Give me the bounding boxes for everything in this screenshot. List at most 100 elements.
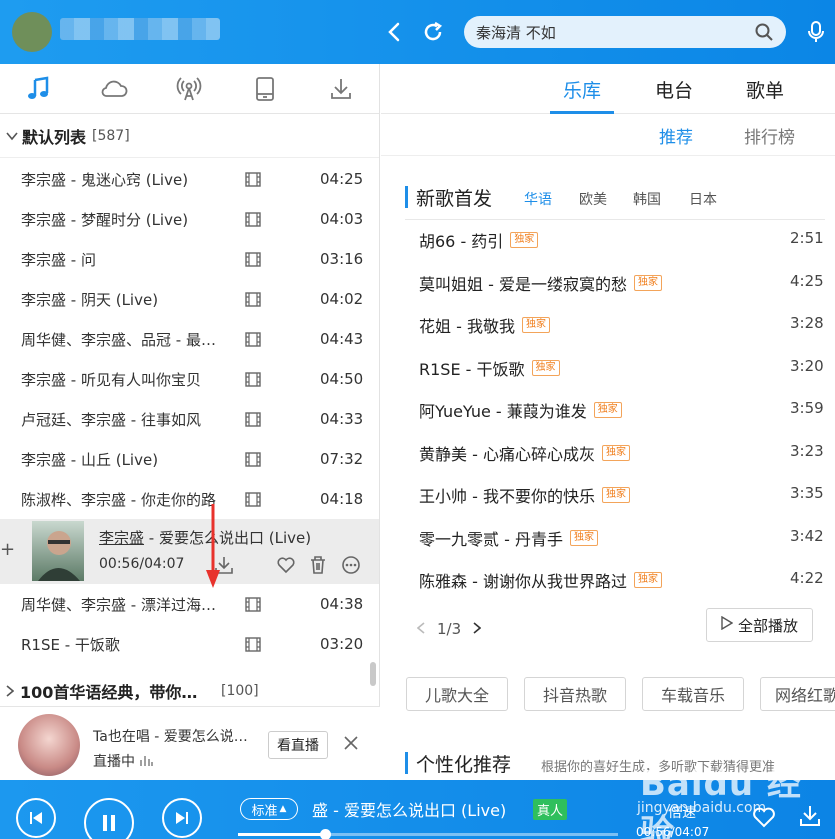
streamer-avatar[interactable]: [18, 714, 80, 776]
playlist-group-header[interactable]: 100首华语经典，带你… [100]: [0, 675, 380, 707]
new-song-item[interactable]: 花姐 - 我敬我 独家: [419, 313, 550, 337]
song-duration: 04:33: [320, 410, 364, 428]
tab-playlists[interactable]: 歌单: [746, 76, 784, 103]
section-title: 新歌首发: [416, 188, 493, 210]
song-row[interactable]: 陈淑桦、李宗盛 - 你走你的路 04:18: [0, 479, 379, 519]
progress-bar[interactable]: [238, 829, 618, 839]
chevron-down-icon[interactable]: [6, 126, 18, 145]
mv-icon[interactable]: [245, 412, 261, 431]
tab-cloud-icon[interactable]: [76, 64, 152, 114]
trash-icon[interactable]: [309, 555, 327, 579]
tab-radio[interactable]: 电台: [655, 76, 693, 103]
mv-icon[interactable]: [245, 452, 261, 471]
song-row[interactable]: 李宗盛 - 听见有人叫你宝贝 04:50: [0, 359, 379, 399]
song-row[interactable]: 周华健、李宗盛 - 漂洋过海… 04:38: [0, 584, 379, 624]
now-playing-row[interactable]: + 李宗盛 - 爱要怎么说出口 (Live) 00:56/04:07: [0, 519, 379, 584]
next-button[interactable]: [162, 798, 202, 838]
chevron-right-icon[interactable]: [6, 682, 15, 701]
top-bar: 秦海清 不如: [0, 0, 835, 64]
mv-icon[interactable]: [245, 292, 261, 311]
new-song-item[interactable]: 陈雅森 - 谢谢你从我世界路过 独家: [419, 568, 662, 592]
previous-button[interactable]: [16, 798, 56, 838]
live-stream-card[interactable]: Ta也在唱 - 爱要怎么说… 直播中 看直播: [0, 706, 380, 780]
play-all-button[interactable]: 全部播放: [706, 608, 813, 642]
song-duration: 04:50: [320, 370, 364, 388]
quality-selector[interactable]: 标准 ▲: [240, 798, 298, 820]
chip-internet-hits[interactable]: 网络红歌: [760, 677, 835, 711]
tab-library[interactable]: 乐库: [563, 76, 601, 103]
add-icon[interactable]: +: [0, 539, 15, 560]
filter-chinese[interactable]: 华语: [524, 189, 552, 209]
new-song-item[interactable]: 黄静美 - 心痛心碎心成灰 独家: [419, 441, 630, 465]
watch-live-button[interactable]: 看直播: [268, 731, 328, 759]
new-song-title: R1SE - 干饭歌: [419, 360, 525, 379]
song-row[interactable]: 李宗盛 - 鬼迷心窍 (Live) 04:25: [0, 159, 379, 199]
more-icon[interactable]: [341, 555, 361, 579]
voice-search-icon[interactable]: [806, 20, 826, 48]
playing-artist-link[interactable]: 李宗盛: [99, 529, 144, 547]
search-icon[interactable]: [754, 22, 774, 46]
tab-music-note-icon[interactable]: [0, 64, 76, 114]
mv-icon[interactable]: [245, 172, 261, 191]
play-all-label: 全部播放: [737, 616, 798, 635]
next-page-icon[interactable]: [473, 620, 482, 638]
default-list-header[interactable]: 默认列表 [587]: [0, 114, 379, 158]
tab-download-icon[interactable]: [303, 64, 379, 114]
chip-douyin-hits[interactable]: 抖音热歌: [524, 677, 626, 711]
song-row[interactable]: 李宗盛 - 山丘 (Live) 07:32: [0, 439, 379, 479]
song-row[interactable]: 李宗盛 - 梦醒时分 (Live) 04:03: [0, 199, 379, 239]
tab-radio-icon[interactable]: [152, 64, 228, 114]
pause-button[interactable]: [84, 798, 134, 839]
exclusive-badge: 独家: [510, 232, 539, 248]
exclusive-badge: 独家: [569, 530, 598, 546]
mv-icon[interactable]: [245, 492, 261, 511]
song-duration: 04:43: [320, 330, 364, 348]
right-panel: 乐库 电台 歌单 推荐 排行榜 新歌首发 华语 欧美 韩国 日本 胡66 - 药…: [381, 64, 835, 780]
mv-icon[interactable]: [245, 597, 261, 616]
new-song-duration: 4:22: [790, 569, 824, 587]
mv-icon[interactable]: [245, 372, 261, 391]
chip-car-music[interactable]: 车载音乐: [642, 677, 744, 711]
filter-korean[interactable]: 韩国: [633, 189, 661, 209]
refresh-icon[interactable]: [419, 18, 447, 46]
scrollbar[interactable]: [370, 662, 376, 686]
live-status: 直播中: [93, 751, 154, 771]
song-title: 李宗盛 - 问: [21, 250, 96, 269]
close-icon[interactable]: [342, 734, 360, 756]
song-duration: 04:38: [320, 595, 364, 613]
subtab-recommend[interactable]: 推荐: [659, 123, 693, 148]
chip-kids-songs[interactable]: 儿歌大全: [406, 677, 508, 711]
new-song-item[interactable]: 莫叫姐姐 - 爱是一缕寂寞的愁 独家: [419, 271, 662, 295]
filter-western[interactable]: 欧美: [579, 189, 607, 209]
tab-device-icon[interactable]: [227, 64, 303, 114]
new-song-title: 阿YueYue - 蒹葭为谁发: [419, 402, 587, 421]
new-song-item[interactable]: 零一九零贰 - 丹青手 独家: [419, 526, 598, 550]
mv-icon[interactable]: [245, 252, 261, 271]
heart-icon[interactable]: [276, 555, 296, 579]
user-avatar[interactable]: [12, 12, 52, 52]
subtab-charts[interactable]: 排行榜: [744, 123, 795, 148]
new-song-item[interactable]: R1SE - 干饭歌 独家: [419, 356, 560, 380]
search-input[interactable]: 秦海清 不如: [464, 16, 786, 48]
user-name-blurred: [60, 18, 220, 40]
mv-icon[interactable]: [245, 637, 261, 656]
new-song-duration: 3:23: [790, 442, 824, 460]
progress-knob[interactable]: [320, 829, 332, 839]
song-duration: 04:03: [320, 210, 364, 228]
song-row[interactable]: 周华健、李宗盛、品冠 - 最… 04:43: [0, 319, 379, 359]
song-row[interactable]: R1SE - 干饭歌 03:20: [0, 624, 379, 664]
new-song-title: 陈雅森 - 谢谢你从我世界路过: [419, 572, 627, 591]
filter-japanese[interactable]: 日本: [689, 189, 717, 209]
progress-fill: [238, 833, 326, 836]
song-row[interactable]: 李宗盛 - 阴天 (Live) 04:02: [0, 279, 379, 319]
new-song-item[interactable]: 胡66 - 药引 独家: [419, 228, 539, 252]
new-song-item[interactable]: 王小帅 - 我不要你的快乐 独家: [419, 483, 630, 507]
new-song-title: 莫叫姐姐 - 爱是一缕寂寞的愁: [419, 275, 627, 294]
new-song-item[interactable]: 阿YueYue - 蒹葭为谁发 独家: [419, 398, 622, 422]
back-icon[interactable]: [381, 18, 409, 46]
mv-icon[interactable]: [245, 332, 261, 351]
song-row[interactable]: 李宗盛 - 问 03:16: [0, 239, 379, 279]
song-row[interactable]: 卢冠廷、李宗盛 - 往事如风 04:33: [0, 399, 379, 439]
mv-icon[interactable]: [245, 212, 261, 231]
prev-page-icon[interactable]: [416, 620, 425, 638]
